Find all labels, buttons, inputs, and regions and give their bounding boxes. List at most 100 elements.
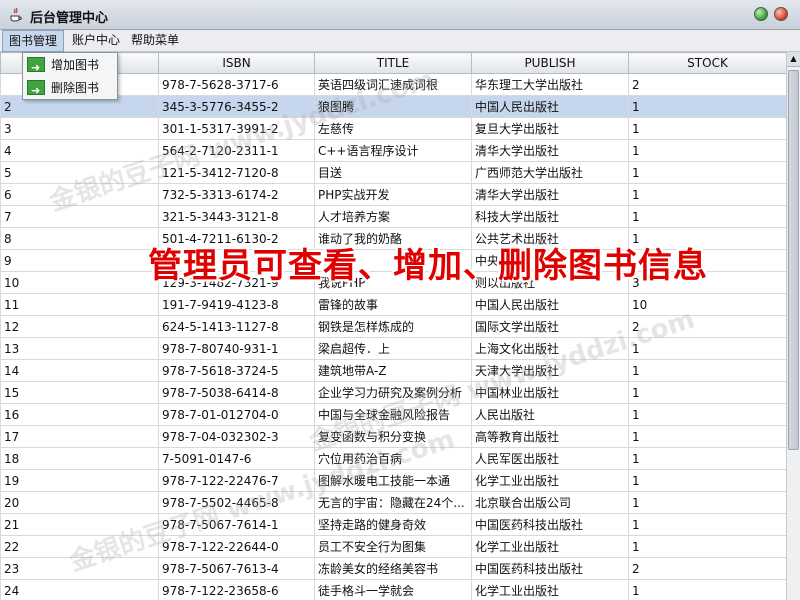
cell-isbn: 978-7-122-22476-7: [158, 469, 315, 492]
cell-isbn: 978-7-80740-931-1: [158, 337, 315, 360]
cell-stock: 1: [628, 95, 786, 118]
table-row[interactable]: 24 978-7-122-23658-6 徒手格斗一学就会 化学工业出版社 1: [0, 579, 786, 600]
cell-title: 徒手格斗一学就会: [314, 579, 472, 600]
cell-publish: 华东理工大学出版社: [471, 73, 629, 96]
table-row[interactable]: 3 301-1-5317-3991-2 左慈传 复旦大学出版社 1: [0, 117, 786, 140]
cell-isbn: 978-7-01-012704-0: [158, 403, 315, 426]
cell-isbn: 345-3-5776-3455-2: [158, 95, 315, 118]
table-row[interactable]: 6 732-5-3313-6174-2 PHP实战开发 清华大学出版社 1: [0, 183, 786, 206]
cell-isbn: 732-5-3313-6174-2: [158, 183, 315, 206]
cell-publish: 中国林业出版社: [471, 381, 629, 404]
minimize-button[interactable]: [754, 7, 768, 21]
cell-publish: 上海文化出版社: [471, 337, 629, 360]
cell-id: 7: [0, 205, 159, 228]
cell-stock: 1: [628, 579, 786, 600]
cell-stock: 1: [628, 183, 786, 206]
table-row[interactable]: 2 345-3-5776-3455-2 狼图腾 中国人民出版社 1: [0, 95, 786, 118]
cell-title: 企业学习力研究及案例分析: [314, 381, 472, 404]
menu-bar: 图书管理 账户中心 帮助菜单: [0, 30, 800, 52]
cell-publish: 化学工业出版社: [471, 535, 629, 558]
column-header-publish[interactable]: PUBLISH: [471, 52, 629, 74]
table-row[interactable]: 978-7-5628-3717-6 英语四级词汇速成词根 华东理工大学出版社 2: [0, 73, 786, 96]
table-row[interactable]: 13 978-7-80740-931-1 梁启超传．上 上海文化出版社 1: [0, 337, 786, 360]
table-row[interactable]: 20 978-7-5502-4465-8 无言的宇宙：隐藏在24个... 北京联合出版…: [0, 491, 786, 514]
cell-stock: 1: [628, 337, 786, 360]
cell-publish: 复旦大学出版社: [471, 117, 629, 140]
scroll-up-arrow-icon[interactable]: ▲: [787, 52, 800, 67]
cell-id: 15: [0, 381, 159, 404]
book-menu-dropdown: ➜ 增加图书 ➜ 删除图书: [22, 52, 118, 100]
cell-isbn: 978-7-5618-3724-5: [158, 359, 315, 382]
menu-item-delete-book[interactable]: ➜ 删除图书: [25, 77, 115, 99]
cell-publish: 化学工业出版社: [471, 469, 629, 492]
table-row[interactable]: 7 321-5-3443-3121-8 人才培养方案 科技大学出版社 1: [0, 205, 786, 228]
cell-isbn: 978-7-5067-7613-4: [158, 557, 315, 580]
cell-publish: 化学工业出版社: [471, 579, 629, 600]
cell-stock: 2: [628, 315, 786, 338]
cell-stock: 1: [628, 469, 786, 492]
table-row[interactable]: 4 564-2-7120-2311-1 C++语言程序设计 清华大学出版社 1: [0, 139, 786, 162]
cell-isbn: 978-7-5502-4465-8: [158, 491, 315, 514]
vertical-scrollbar[interactable]: ▲: [786, 52, 800, 600]
title-bar: 后台管理中心: [0, 0, 800, 30]
cell-id: 21: [0, 513, 159, 536]
table-row[interactable]: 14 978-7-5618-3724-5 建筑地带A-Z 天津大学出版社 1: [0, 359, 786, 382]
cell-publish: 天津大学出版社: [471, 359, 629, 382]
table-row[interactable]: 11 191-7-9419-4123-8 雷锋的故事 中国人民出版社 10: [0, 293, 786, 316]
cell-id: 18: [0, 447, 159, 470]
cell-id: 14: [0, 359, 159, 382]
menu-book-management[interactable]: 图书管理: [2, 30, 65, 52]
overlay-caption: 管理员可查看、增加、删除图书信息: [148, 246, 708, 286]
cell-id: 13: [0, 337, 159, 360]
cell-isbn: 978-7-122-22644-0: [158, 535, 315, 558]
cell-title: 目送: [314, 161, 472, 184]
scroll-thumb[interactable]: [788, 70, 799, 450]
menu-item-label: 增加图书: [51, 58, 100, 72]
cell-stock: 1: [628, 447, 786, 470]
table-row[interactable]: 19 978-7-122-22476-7 图解水暖电工技能一本通 化学工业出版社 1: [0, 469, 786, 492]
cell-title: 英语四级词汇速成词根: [314, 73, 472, 96]
table-row[interactable]: 5 121-5-3412-7120-8 目送 广西师范大学出版社 1: [0, 161, 786, 184]
cell-title: 中国与全球金融风险报告: [314, 403, 472, 426]
table-row[interactable]: 21 978-7-5067-7614-1 坚持走路的健身奇效 中国医药科技出版社 1: [0, 513, 786, 536]
cell-publish: 中国医药科技出版社: [471, 557, 629, 580]
table-row[interactable]: 18 7-5091-0147-6 穴位用药治百病 人民军医出版社 1: [0, 447, 786, 470]
menu-account-center[interactable]: 账户中心: [66, 30, 126, 51]
cell-id: 17: [0, 425, 159, 448]
table-row[interactable]: 23 978-7-5067-7613-4 冻龄美女的经络美容书 中国医药科技出版社 2: [0, 557, 786, 580]
cell-publish: 中国医药科技出版社: [471, 513, 629, 536]
cell-publish: 中国人民出版社: [471, 95, 629, 118]
menu-item-add-book[interactable]: ➜ 增加图书: [25, 54, 115, 76]
cell-id: 3: [0, 117, 159, 140]
book-table: ISBN TITLE PUBLISH STOCK 978-7-5628-3717…: [0, 52, 786, 600]
table-row[interactable]: 12 624-5-1413-1127-8 钢铁是怎样炼成的 国际文学出版社 2: [0, 315, 786, 338]
cell-publish: 清华大学出版社: [471, 183, 629, 206]
cell-title: 雷锋的故事: [314, 293, 472, 316]
menu-help[interactable]: 帮助菜单: [125, 30, 185, 51]
close-button[interactable]: [774, 7, 788, 21]
cell-isbn: 978-7-5038-6414-8: [158, 381, 315, 404]
cell-title: 复变函数与积分变换: [314, 425, 472, 448]
column-header-isbn[interactable]: ISBN: [158, 52, 315, 74]
cell-isbn: 564-2-7120-2311-1: [158, 139, 315, 162]
arrow-right-icon: ➜: [27, 57, 45, 74]
cell-publish: 科技大学出版社: [471, 205, 629, 228]
cell-title: 钢铁是怎样炼成的: [314, 315, 472, 338]
cell-stock: 2: [628, 73, 786, 96]
cell-stock: 1: [628, 359, 786, 382]
cell-stock: 1: [628, 139, 786, 162]
cell-title: 人才培养方案: [314, 205, 472, 228]
cell-id: 9: [0, 249, 159, 272]
table-row[interactable]: 16 978-7-01-012704-0 中国与全球金融风险报告 人民出版社 1: [0, 403, 786, 426]
cell-stock: 1: [628, 513, 786, 536]
cell-stock: 1: [628, 117, 786, 140]
cell-publish: 中国人民出版社: [471, 293, 629, 316]
column-header-stock[interactable]: STOCK: [628, 52, 786, 74]
column-header-title[interactable]: TITLE: [314, 52, 472, 74]
window-title: 后台管理中心: [30, 11, 109, 26]
table-row[interactable]: 17 978-7-04-032302-3 复变函数与积分变换 高等教育出版社 1: [0, 425, 786, 448]
cell-isbn: 301-1-5317-3991-2: [158, 117, 315, 140]
cell-id: 8: [0, 227, 159, 250]
table-row[interactable]: 15 978-7-5038-6414-8 企业学习力研究及案例分析 中国林业出版社 1: [0, 381, 786, 404]
table-row[interactable]: 22 978-7-122-22644-0 员工不安全行为图集 化学工业出版社 1: [0, 535, 786, 558]
